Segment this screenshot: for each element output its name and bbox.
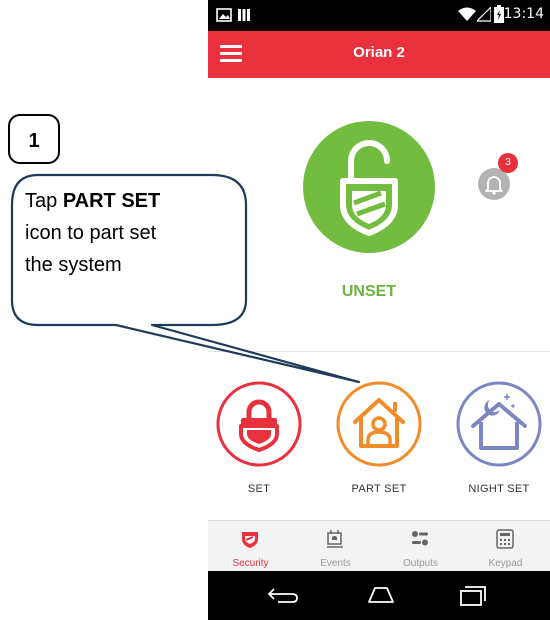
callout-bubble <box>10 173 361 384</box>
callout-line-3: the system <box>25 254 122 276</box>
callout-bold: PART SET <box>62 190 161 212</box>
callout-line-1: Tap PART SET <box>25 185 235 217</box>
callout-text: Tap PART SET icon to part set the system <box>25 185 235 281</box>
callout-prefix: Tap <box>25 190 63 212</box>
callout-line-2: icon to part set <box>25 222 157 244</box>
